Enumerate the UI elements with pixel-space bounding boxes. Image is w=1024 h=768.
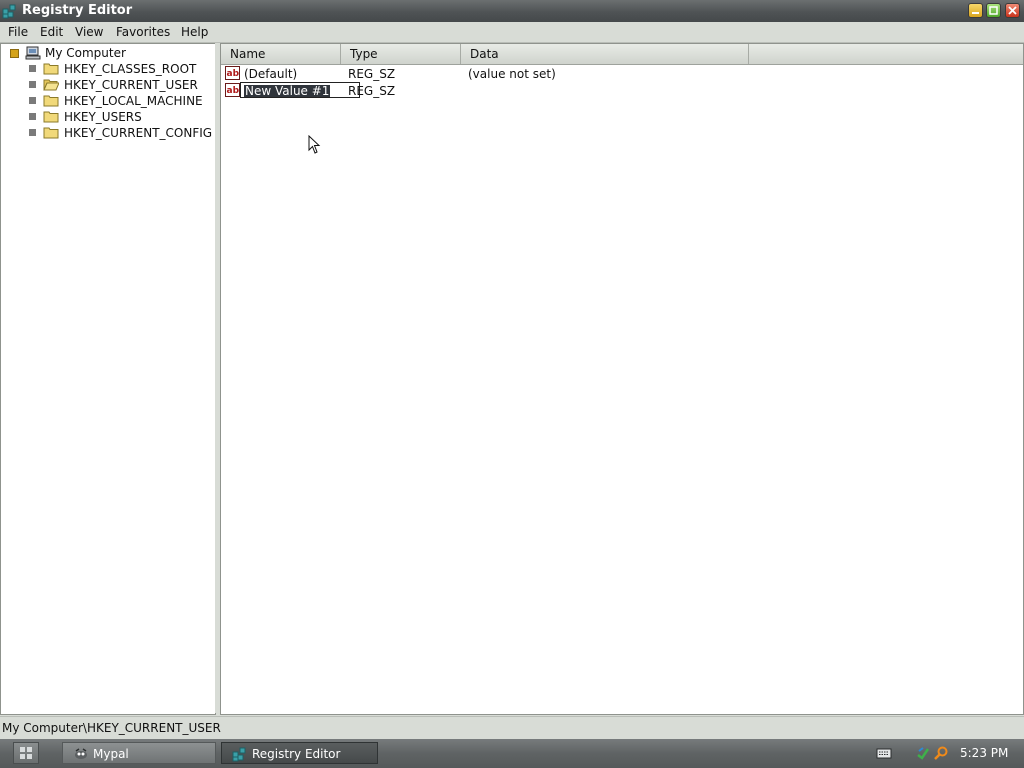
taskbar-button-registry-editor[interactable]: Registry Editor [221, 742, 378, 764]
svg-text:ab: ab [227, 86, 240, 96]
tree-label: HKEY_USERS [64, 110, 142, 124]
svg-text:ab: ab [227, 69, 240, 79]
status-bar: My Computer\HKEY_CURRENT_USER [0, 716, 1024, 739]
menu-favorites[interactable]: Favorites [116, 25, 170, 39]
task-label: Registry Editor [252, 747, 341, 761]
close-icon [1008, 6, 1017, 15]
mouse-cursor-icon [308, 135, 321, 154]
tree-label: HKEY_LOCAL_MACHINE [64, 94, 203, 108]
list-header: Name Type Data [221, 44, 1023, 65]
status-path: My Computer\HKEY_CURRENT_USER [2, 721, 221, 735]
value-type: REG_SZ [348, 84, 396, 98]
tree-node-hkey-current-config[interactable]: HKEY_CURRENT_CONFIG [1, 125, 213, 141]
value-name: (Default) [244, 67, 298, 81]
menu-edit[interactable]: Edit [40, 25, 63, 39]
mypal-icon [75, 748, 87, 759]
task-label: Mypal [93, 747, 129, 761]
start-button[interactable] [13, 742, 39, 764]
folder-icon [43, 127, 59, 139]
maximize-button[interactable] [986, 3, 1001, 18]
menu-file[interactable]: File [8, 25, 28, 39]
tree-node-hkey-local-machine[interactable]: HKEY_LOCAL_MACHINE [1, 93, 213, 109]
close-button[interactable] [1005, 3, 1020, 18]
registry-editor-icon [2, 4, 16, 19]
value-type: REG_SZ [348, 67, 396, 81]
column-header-name[interactable]: Name [221, 44, 341, 64]
keyboard-icon[interactable] [876, 746, 892, 760]
computer-icon [25, 46, 41, 60]
tree-node-hkey-users[interactable]: HKEY_USERS [1, 109, 213, 125]
values-list-pane[interactable]: Name Type Data ab (Default) REG_SZ (valu… [220, 43, 1024, 715]
minimize-button[interactable] [968, 3, 983, 18]
update-icon[interactable] [915, 745, 931, 761]
string-value-icon: ab [225, 83, 240, 97]
menu-help[interactable]: Help [181, 25, 208, 39]
expander-icon[interactable] [29, 113, 36, 120]
rename-input-text: New Value #1 [244, 84, 331, 98]
expander-icon[interactable] [29, 129, 36, 136]
expander-icon[interactable] [29, 65, 36, 72]
value-data: (value not set) [468, 67, 556, 81]
value-row-default[interactable]: ab (Default) REG_SZ (value not set) [221, 65, 1023, 82]
registry-editor-icon [232, 747, 246, 762]
menu-bar: File Edit View Favorites Help [0, 22, 1024, 43]
tree-label: HKEY_CURRENT_CONFIG [64, 126, 213, 140]
key-tree-pane[interactable]: My Computer HKEY_CLASSES_ROOT HKEY_CURRE… [0, 43, 216, 715]
open-folder-icon [43, 79, 59, 91]
tree-label: HKEY_CLASSES_ROOT [64, 62, 197, 76]
string-value-icon: ab [225, 66, 240, 80]
rename-input[interactable]: New Value #1 [240, 82, 360, 98]
folder-icon [43, 95, 59, 107]
window-title: Registry Editor [22, 3, 133, 18]
title-bar[interactable]: Registry Editor [0, 0, 1024, 22]
expander-icon[interactable] [29, 81, 36, 88]
minimize-icon [972, 12, 979, 14]
taskbar: Mypal Registry Editor [0, 739, 1024, 768]
search-icon[interactable] [933, 745, 949, 761]
column-header-type[interactable]: Type [341, 44, 461, 64]
clock: 5:23 PM [960, 746, 1009, 760]
menu-view[interactable]: View [75, 25, 103, 39]
expander-icon[interactable] [10, 49, 19, 58]
folder-icon [43, 111, 59, 123]
value-row-new-value[interactable]: ab New Value #1 REG_SZ [221, 82, 1023, 99]
tree-node-my-computer[interactable]: My Computer [1, 45, 213, 61]
maximize-icon [989, 6, 998, 15]
taskbar-button-mypal[interactable]: Mypal [62, 742, 216, 764]
folder-icon [43, 63, 59, 75]
tree-node-hkey-current-user[interactable]: HKEY_CURRENT_USER [1, 77, 213, 93]
expander-icon[interactable] [29, 97, 36, 104]
tree-node-hkey-classes-root[interactable]: HKEY_CLASSES_ROOT [1, 61, 213, 77]
tree-label-my-computer: My Computer [45, 46, 126, 60]
grid-icon [20, 747, 32, 759]
tree-label: HKEY_CURRENT_USER [64, 78, 198, 92]
column-header-data[interactable]: Data [461, 44, 749, 64]
